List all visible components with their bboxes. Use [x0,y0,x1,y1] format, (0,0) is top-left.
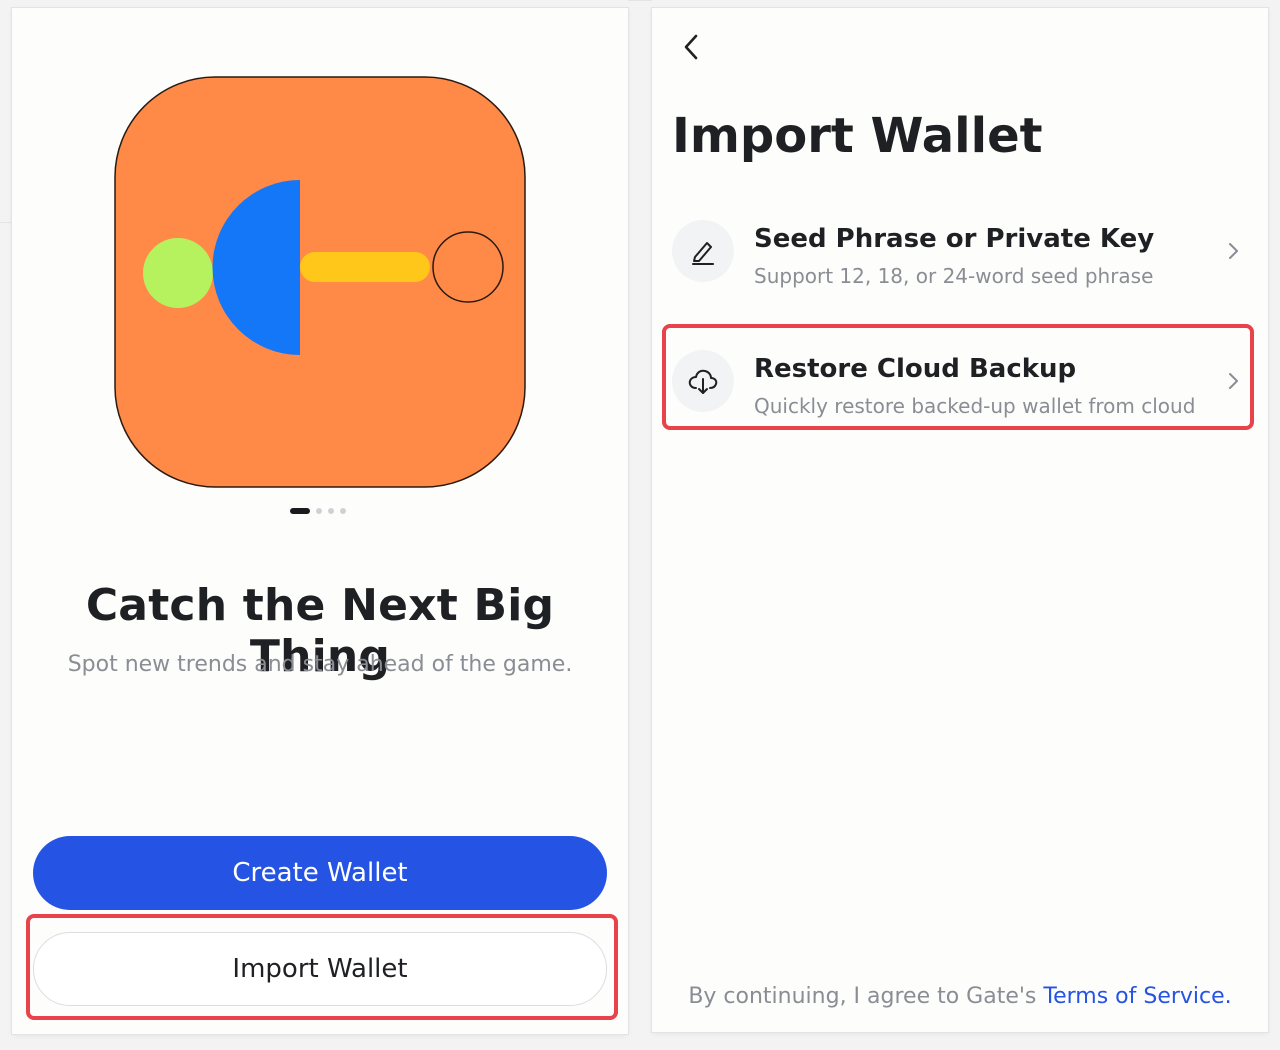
option-seed-phrase[interactable]: Seed Phrase or Private Key Support 12, 1… [664,206,1256,302]
import-wallet-button[interactable]: Import Wallet [33,932,607,1006]
app-logo-illustration [114,76,526,488]
terms-footer: By continuing, I agree to Gate's Terms o… [652,984,1268,1009]
option-subtitle: Support 12, 18, or 24-word seed phrase [754,264,1154,288]
back-button[interactable] [678,30,706,64]
carousel-dot[interactable] [328,508,334,514]
background-divider [628,0,652,1]
option-title: Seed Phrase or Private Key [754,224,1155,254]
terms-suffix: . [1224,984,1232,1009]
onboarding-screen: Catch the Next Big Thing Spot new trends… [12,8,628,1034]
option-title: Restore Cloud Backup [754,354,1077,384]
chevron-left-icon [684,34,698,60]
import-wallet-screen: Import Wallet Seed Phrase or Private Key… [652,8,1268,1032]
carousel-indicator [290,508,346,514]
onboarding-subtitle: Spot new trends and stay ahead of the ga… [67,652,573,677]
create-wallet-button[interactable]: Create Wallet [33,836,607,910]
pen-icon [672,220,734,282]
chevron-right-icon [1229,373,1238,389]
cloud-download-icon [672,350,734,412]
page-title: Import Wallet [672,108,1043,164]
terms-of-service-link[interactable]: Terms of Service [1043,984,1224,1009]
chevron-right-icon [1229,243,1238,259]
background-divider [0,222,12,223]
carousel-dot-active[interactable] [290,508,310,514]
option-restore-cloud-backup[interactable]: Restore Cloud Backup Quickly restore bac… [664,336,1256,432]
terms-prefix: By continuing, I agree to Gate's [688,984,1044,1009]
carousel-dot[interactable] [316,508,322,514]
carousel-dot[interactable] [340,508,346,514]
option-subtitle: Quickly restore backed-up wallet from cl… [754,394,1196,418]
